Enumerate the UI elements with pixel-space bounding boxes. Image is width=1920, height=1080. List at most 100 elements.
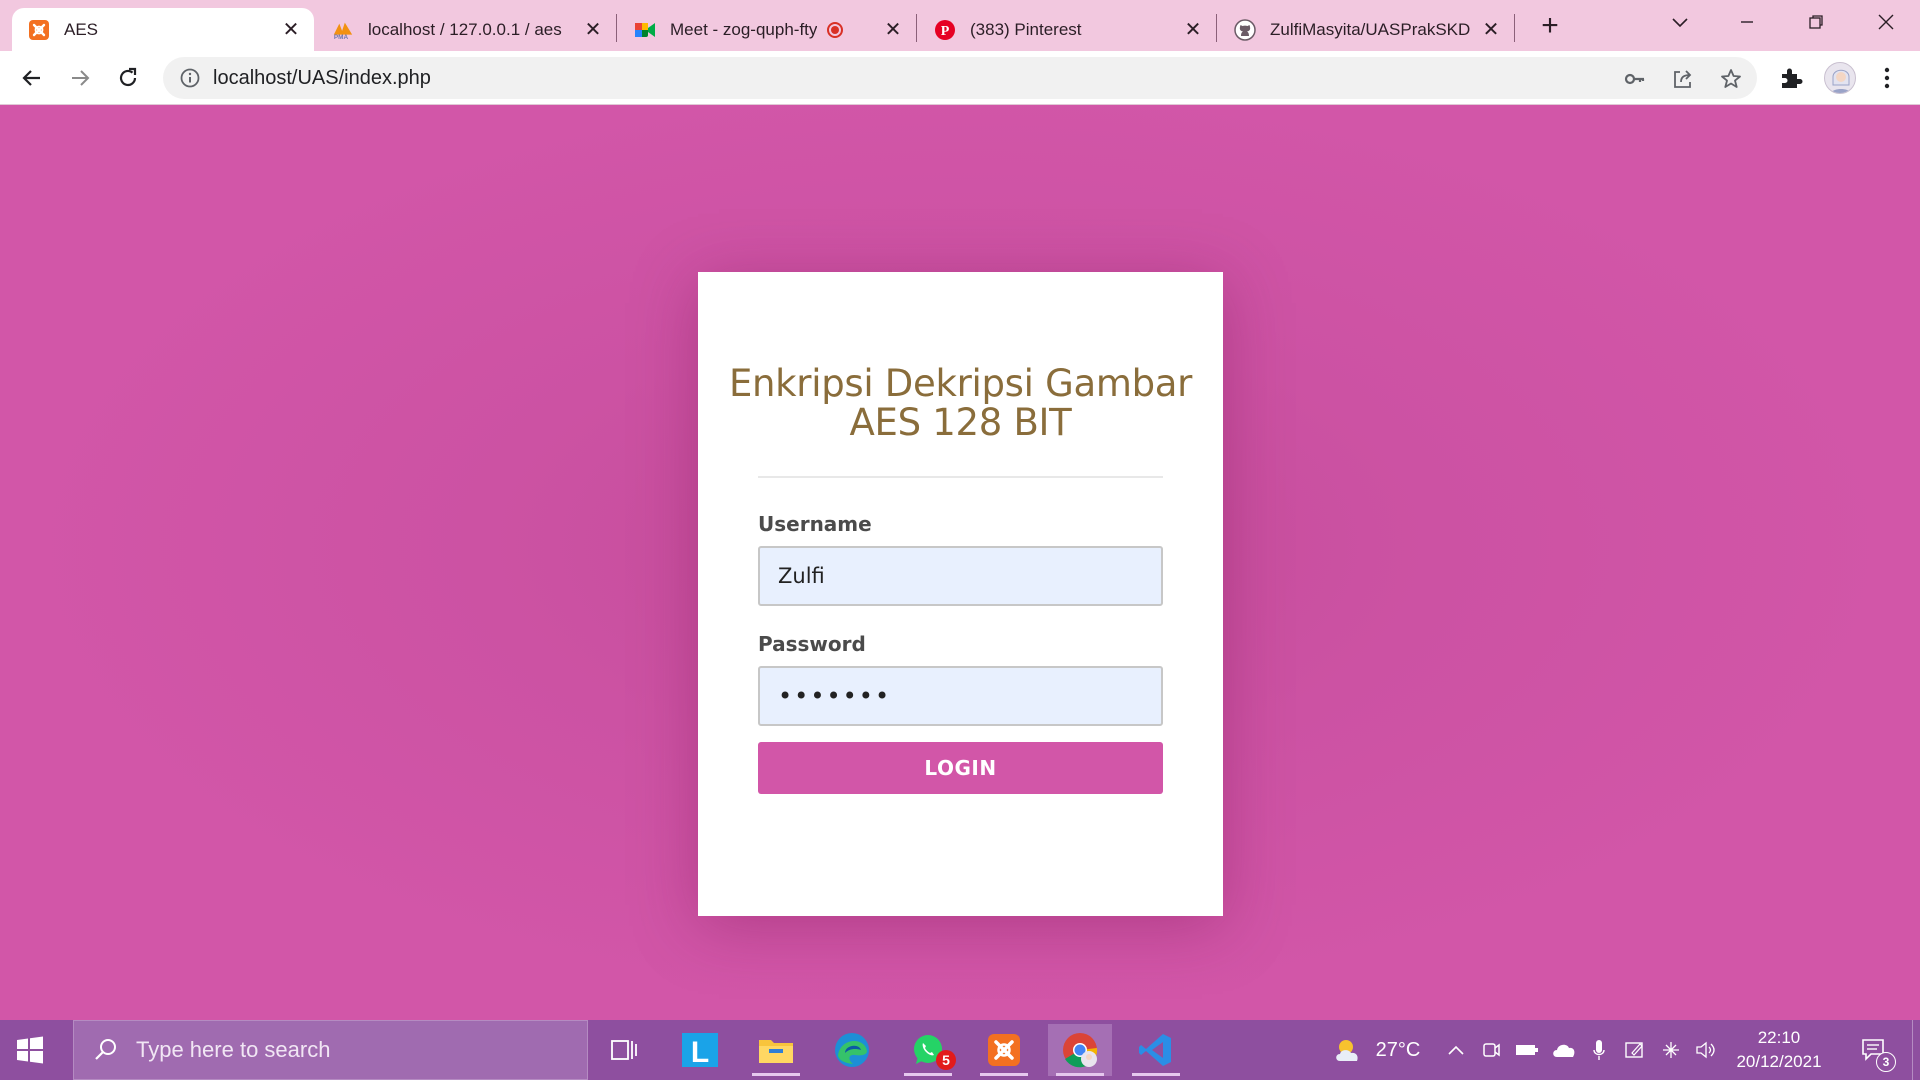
volume-icon[interactable] bbox=[1692, 1020, 1720, 1080]
new-tab-button[interactable]: + bbox=[1534, 9, 1566, 42]
page-title: Enkripsi Dekripsi Gambar AES 128 BIT bbox=[698, 364, 1223, 442]
xampp-icon bbox=[988, 1034, 1020, 1066]
network-icon[interactable] bbox=[1656, 1020, 1686, 1080]
clock-date: 20/12/2021 bbox=[1736, 1052, 1822, 1071]
tab-title: (383) Pinterest bbox=[970, 19, 1082, 39]
site-info-icon[interactable] bbox=[179, 67, 201, 89]
task-view-icon bbox=[611, 1040, 637, 1060]
back-button[interactable] bbox=[15, 61, 49, 95]
arrow-left-icon bbox=[22, 70, 40, 86]
windows-taskbar: Type here to search L 5 27°C 22:10 20/12… bbox=[0, 1020, 1920, 1080]
tab-separator bbox=[916, 14, 917, 42]
search-icon bbox=[95, 1039, 116, 1060]
recording-icon bbox=[827, 21, 844, 38]
browser-toolbar: localhost/UAS/index.php bbox=[0, 51, 1920, 105]
profile-avatar[interactable] bbox=[1824, 62, 1856, 94]
tab-title: localhost / 127.0.0.1 / aes bbox=[368, 19, 562, 39]
battery-icon[interactable] bbox=[1512, 1020, 1542, 1080]
url-text: localhost/UAS/index.php bbox=[213, 67, 431, 89]
login-card: Enkripsi Dekripsi Gambar AES 128 BIT Use… bbox=[698, 272, 1223, 916]
task-view-button[interactable] bbox=[592, 1024, 656, 1076]
svg-text:L: L bbox=[691, 1036, 709, 1068]
reload-button[interactable] bbox=[111, 61, 145, 95]
weather-widget[interactable]: 27°C bbox=[1326, 1020, 1426, 1080]
pinterest-icon: P bbox=[934, 19, 956, 41]
clock-time: 22:10 bbox=[1757, 1028, 1801, 1047]
address-bar[interactable]: localhost/UAS/index.php bbox=[163, 57, 1757, 99]
key-icon[interactable] bbox=[1623, 67, 1647, 91]
weather-temperature: 27°C bbox=[1375, 1038, 1421, 1061]
page-content: Enkripsi Dekripsi Gambar AES 128 BIT Use… bbox=[0, 106, 1920, 1020]
taskbar-vscode[interactable] bbox=[1124, 1024, 1188, 1076]
phpmyadmin-icon: PMA bbox=[332, 19, 354, 41]
notification-badge: 5 bbox=[936, 1050, 956, 1070]
action-center-button[interactable]: 3 bbox=[1854, 1020, 1896, 1080]
close-tab-icon[interactable]: ✕ bbox=[1480, 19, 1502, 41]
tab-aes[interactable]: AES ✕ bbox=[12, 8, 314, 51]
running-indicator bbox=[1056, 1073, 1104, 1076]
tab-search-dropdown-icon[interactable] bbox=[1660, 6, 1700, 38]
weather-partly-cloudy-icon bbox=[1335, 1040, 1358, 1061]
bookmark-star-icon[interactable] bbox=[1719, 67, 1743, 91]
taskbar-app-l[interactable]: L bbox=[668, 1024, 732, 1076]
taskbar-search-box[interactable]: Type here to search bbox=[73, 1020, 588, 1080]
onedrive-cloud-icon[interactable] bbox=[1548, 1020, 1580, 1080]
divider bbox=[758, 476, 1163, 478]
menu-kebab-icon[interactable] bbox=[1872, 63, 1902, 93]
app-l-icon: L bbox=[682, 1033, 718, 1068]
tab-title: Meet - zog-quph-fty bbox=[670, 19, 818, 39]
vscode-icon bbox=[1139, 1034, 1171, 1066]
running-indicator bbox=[1132, 1073, 1180, 1076]
tray-overflow-chevron-icon[interactable] bbox=[1444, 1020, 1468, 1080]
edge-icon bbox=[835, 1033, 869, 1067]
extensions-puzzle-icon[interactable] bbox=[1776, 63, 1806, 93]
taskbar-file-explorer[interactable] bbox=[744, 1024, 808, 1076]
folder-icon bbox=[759, 1040, 793, 1063]
password-input[interactable]: ••••••• bbox=[758, 666, 1163, 726]
tab-title: AES bbox=[64, 19, 99, 39]
arrow-right-icon bbox=[72, 70, 90, 86]
tab-phpmyadmin[interactable]: PMA localhost / 127.0.0.1 / aes ✕ bbox=[316, 8, 616, 51]
close-window-button[interactable] bbox=[1866, 6, 1906, 38]
browser-tab-strip: AES ✕ PMA localhost / 127.0.0.1 / aes ✕ … bbox=[0, 0, 1920, 51]
reload-icon bbox=[119, 67, 137, 87]
taskbar-edge[interactable] bbox=[820, 1024, 884, 1076]
tab-pinterest[interactable]: P (383) Pinterest ✕ bbox=[918, 8, 1216, 51]
chrome-icon bbox=[1063, 1033, 1098, 1068]
minimize-window-button[interactable] bbox=[1727, 6, 1767, 38]
restore-window-button[interactable] bbox=[1796, 6, 1836, 38]
show-desktop-button[interactable] bbox=[1912, 1020, 1920, 1080]
close-tab-icon[interactable]: ✕ bbox=[280, 19, 302, 41]
taskbar-whatsapp[interactable]: 5 bbox=[896, 1024, 960, 1076]
microphone-icon[interactable] bbox=[1587, 1020, 1611, 1080]
svg-text:PMA: PMA bbox=[334, 34, 349, 41]
close-tab-icon[interactable]: ✕ bbox=[582, 19, 604, 41]
windows-start-icon[interactable] bbox=[14, 1034, 46, 1066]
github-icon bbox=[1234, 18, 1256, 41]
tab-separator bbox=[1216, 14, 1217, 42]
taskbar-xampp[interactable] bbox=[972, 1024, 1036, 1076]
system-clock[interactable]: 22:10 20/12/2021 bbox=[1724, 1026, 1834, 1074]
tab-separator bbox=[616, 14, 617, 42]
tab-google-meet[interactable]: Meet - zog-quph-fty ✕ bbox=[618, 8, 916, 51]
login-button[interactable]: LOGIN bbox=[758, 742, 1163, 794]
taskbar-chrome[interactable] bbox=[1048, 1024, 1112, 1076]
tab-title: ZulfiMasyita/UASPrakSKD bbox=[1270, 19, 1471, 39]
search-placeholder: Type here to search bbox=[136, 1037, 331, 1062]
username-input[interactable]: Zulfi bbox=[758, 546, 1163, 606]
pen-workspace-icon[interactable] bbox=[1620, 1020, 1650, 1080]
running-indicator bbox=[904, 1073, 952, 1076]
meet-now-icon[interactable] bbox=[1478, 1020, 1504, 1080]
title-line-2: AES 128 BIT bbox=[849, 401, 1072, 444]
svg-text:P: P bbox=[941, 24, 950, 39]
forward-button[interactable] bbox=[63, 61, 97, 95]
xampp-icon bbox=[28, 19, 50, 41]
close-tab-icon[interactable]: ✕ bbox=[1182, 19, 1204, 41]
notification-count-badge: 3 bbox=[1876, 1052, 1896, 1072]
close-tab-icon[interactable]: ✕ bbox=[882, 19, 904, 41]
google-meet-icon bbox=[634, 19, 656, 41]
title-line-1: Enkripsi Dekripsi Gambar bbox=[728, 362, 1193, 405]
share-icon[interactable] bbox=[1671, 67, 1695, 91]
tab-separator bbox=[1514, 14, 1515, 42]
tab-github[interactable]: ZulfiMasyita/UASPrakSKD ✕ bbox=[1218, 8, 1514, 51]
